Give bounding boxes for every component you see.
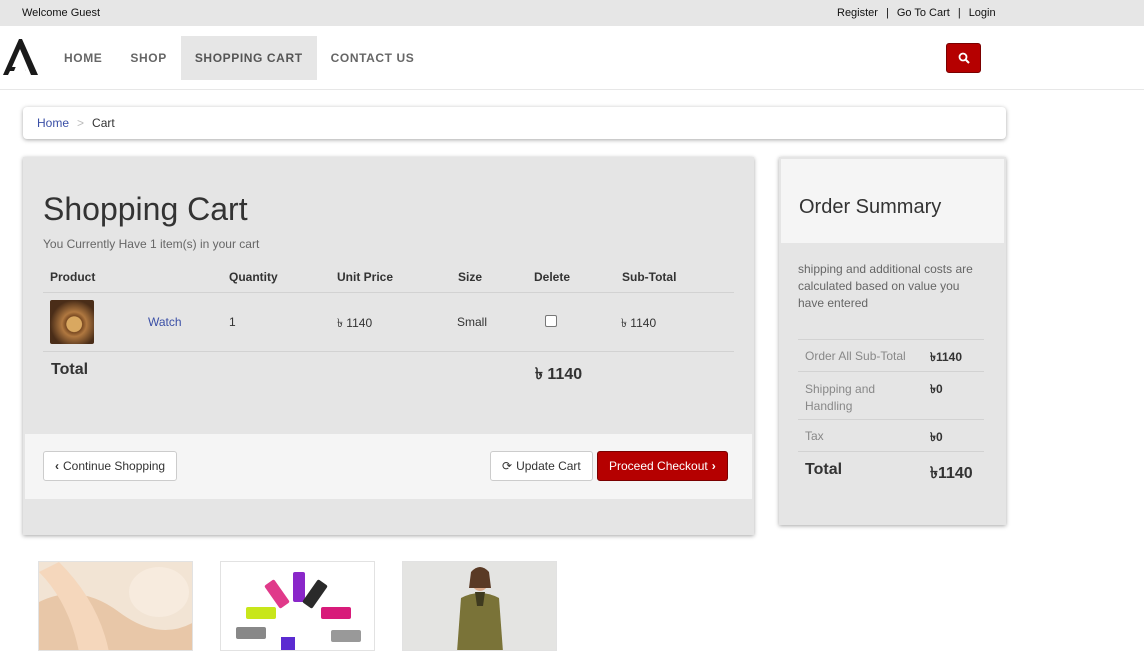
- header-product: Product: [50, 270, 96, 284]
- summary-table: Order All Sub-Total ৳1140 Shipping and H…: [798, 339, 984, 487]
- summary-row-subtotal: Order All Sub-Total ৳1140: [798, 339, 984, 371]
- summary-row-tax: Tax ৳0: [798, 419, 984, 451]
- product-quantity: 1: [229, 315, 236, 329]
- product-image[interactable]: [220, 561, 375, 651]
- main-nav: HOME SHOP SHOPPING CART CONTACT US: [50, 36, 428, 80]
- continue-shopping-label: Continue Shopping: [63, 459, 166, 473]
- header-size: Size: [458, 270, 483, 284]
- top-bar: Welcome Guest Register | Go To Cart | Lo…: [0, 0, 1144, 26]
- breadcrumb: Home > Cart: [23, 107, 1006, 139]
- refresh-icon: ⟳: [502, 459, 513, 473]
- header-subtotal: Sub-Total: [622, 270, 677, 284]
- header-quantity: Quantity: [229, 270, 278, 284]
- summary-value: ৳1140: [930, 350, 963, 364]
- register-link[interactable]: Register: [837, 7, 878, 19]
- cart-count-text: You Currently Have 1 item(s) in your car…: [43, 237, 260, 251]
- total-value: ৳ 1140: [535, 366, 583, 383]
- summary-total-value: ৳1140: [930, 465, 973, 482]
- link-separator: |: [885, 7, 889, 19]
- summary-label: Order All Sub-Total: [805, 349, 906, 363]
- update-cart-label: Update Cart: [516, 459, 581, 473]
- nav-item-home[interactable]: HOME: [50, 36, 116, 80]
- summary-label: Tax: [805, 429, 824, 443]
- product-size: Small: [457, 315, 488, 329]
- page-title: Shopping Cart: [43, 191, 248, 227]
- search-button[interactable]: [946, 43, 981, 73]
- summary-value: ৳0: [930, 382, 943, 396]
- shipping-note: shipping and additional costs are calcul…: [798, 262, 973, 310]
- update-cart-button[interactable]: ⟳ Update Cart: [490, 451, 593, 481]
- link-separator: |: [957, 7, 961, 19]
- nav-item-shopping-cart[interactable]: SHOPPING CART: [180, 36, 317, 80]
- summary-row-total: Total ৳1140: [798, 451, 984, 487]
- order-summary-panel: Order Summary shipping and additional co…: [779, 157, 1006, 525]
- navbar: HOME SHOP SHOPPING CART CONTACT US: [0, 26, 1144, 90]
- summary-label: Shipping and Handling: [805, 382, 876, 413]
- logo-icon[interactable]: [0, 36, 40, 78]
- proceed-checkout-button[interactable]: Proceed Checkout ›: [597, 451, 728, 481]
- continue-shopping-button[interactable]: ‹ Continue Shopping: [43, 451, 178, 481]
- nav-item-contact-us[interactable]: CONTACT US: [317, 36, 429, 80]
- product-image[interactable]: [402, 561, 557, 651]
- header-delete: Delete: [534, 270, 571, 284]
- product-subtotal: ৳ 1140: [621, 316, 657, 330]
- login-link[interactable]: Login: [969, 7, 996, 19]
- cart-table: Product Quantity Unit Price Size Delete …: [43, 261, 734, 388]
- summary-total-label: Total: [805, 461, 843, 478]
- product-unit-price: ৳ 1140: [337, 316, 373, 330]
- breadcrumb-separator: >: [77, 116, 85, 130]
- chevron-right-icon: ›: [711, 459, 716, 473]
- table-header: Product Quantity Unit Price Size Delete …: [43, 261, 734, 293]
- table-row: Watch 1 ৳ 1140 Small ৳ 1140: [43, 293, 734, 352]
- proceed-checkout-label: Proceed Checkout: [609, 459, 708, 473]
- summary-value: ৳0: [930, 430, 943, 444]
- cart-actions: ‹ Continue Shopping ⟳ Update Cart Procee…: [25, 434, 752, 499]
- go-to-cart-link[interactable]: Go To Cart: [897, 7, 950, 19]
- account-links: Register | Go To Cart | Login: [837, 7, 996, 19]
- nav-item-shop[interactable]: SHOP: [116, 36, 180, 80]
- order-summary-header: Order Summary: [781, 159, 1004, 243]
- header-unit-price: Unit Price: [337, 270, 394, 284]
- breadcrumb-current: Cart: [92, 116, 115, 130]
- delete-checkbox[interactable]: [545, 315, 557, 327]
- total-label: Total: [51, 361, 89, 378]
- breadcrumb-home[interactable]: Home: [37, 116, 69, 130]
- total-row: Total ৳ 1140: [43, 352, 734, 388]
- product-image[interactable]: [38, 561, 193, 651]
- chevron-left-icon: ‹: [55, 459, 59, 473]
- welcome-text: Welcome Guest: [22, 7, 101, 19]
- summary-row-shipping: Shipping and Handling ৳0: [798, 371, 984, 419]
- product-name-link[interactable]: Watch: [148, 315, 182, 329]
- order-summary-title: Order Summary: [799, 196, 942, 218]
- product-thumbnail[interactable]: [50, 300, 94, 344]
- search-icon: [958, 52, 970, 64]
- cart-panel: Shopping Cart You Currently Have 1 item(…: [23, 157, 754, 535]
